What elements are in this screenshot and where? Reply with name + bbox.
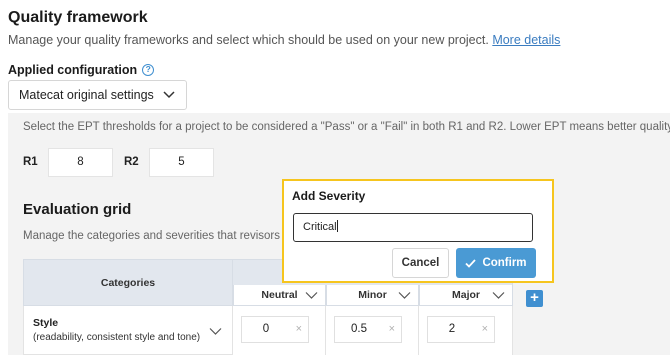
- severity-value-input[interactable]: 2 ×: [427, 316, 495, 343]
- configuration-select[interactable]: Matecat original settings: [8, 80, 187, 110]
- chevron-down-icon[interactable]: [398, 291, 411, 300]
- confirm-button[interactable]: Confirm: [456, 248, 536, 278]
- r2-label: R2: [124, 156, 139, 168]
- severity-value-input[interactable]: 0 ×: [241, 316, 309, 343]
- configuration-select-value: Matecat original settings: [19, 88, 154, 102]
- applied-configuration-label: Applied configuration ?: [8, 63, 155, 77]
- more-details-link[interactable]: More details: [492, 33, 560, 47]
- severity-header-major[interactable]: Major: [419, 285, 513, 306]
- page-subtitle: Manage your quality frameworks and selec…: [8, 33, 560, 47]
- clear-icon[interactable]: ×: [389, 317, 395, 342]
- severity-label: Minor: [358, 289, 387, 301]
- question-circle-icon[interactable]: ?: [142, 64, 155, 76]
- modal-title: Add Severity: [292, 189, 366, 203]
- severity-name-value: Critical: [303, 221, 337, 233]
- subtitle-text: Manage your quality frameworks and selec…: [8, 33, 489, 47]
- confirm-label: Confirm: [482, 257, 527, 269]
- add-severity-modal: Add Severity Critical Cancel Confirm: [282, 179, 554, 283]
- add-severity-button[interactable]: +: [526, 290, 543, 307]
- chevron-down-icon: [163, 91, 175, 99]
- table-cell: 0.5 ×: [326, 306, 419, 355]
- chevron-down-icon[interactable]: [305, 291, 318, 300]
- category-row-style[interactable]: Style (readability, consistent style and…: [23, 306, 233, 355]
- severity-header-neutral[interactable]: Neutral: [233, 285, 326, 306]
- severity-value-input[interactable]: 0.5 ×: [334, 316, 402, 343]
- table-cell: 2 ×: [419, 306, 513, 355]
- chevron-down-icon[interactable]: [209, 327, 222, 336]
- chevron-down-icon[interactable]: [492, 291, 505, 300]
- severity-name-input[interactable]: Critical: [293, 213, 533, 242]
- check-icon: [465, 258, 477, 268]
- severity-label: Major: [451, 289, 480, 301]
- r2-input[interactable]: 5: [149, 148, 214, 177]
- clear-icon[interactable]: ×: [296, 317, 302, 342]
- evaluation-grid-title: Evaluation grid: [23, 201, 132, 218]
- category-description: (readability, consistent style and tone): [33, 332, 201, 343]
- severity-label: Neutral: [261, 289, 298, 301]
- categories-header: Categories: [23, 259, 233, 306]
- severity-value: 2: [448, 323, 456, 335]
- page-title: Quality framework: [8, 9, 148, 26]
- applied-configuration-text: Applied configuration: [8, 63, 138, 77]
- r1-label: R1: [23, 156, 38, 168]
- severity-value: 0.5: [351, 323, 367, 335]
- clear-icon[interactable]: ×: [482, 317, 488, 342]
- severity-value: 0: [262, 323, 270, 335]
- ept-description: Select the EPT thresholds for a project …: [23, 121, 670, 133]
- table-cell: 0 ×: [233, 306, 326, 355]
- severity-header-minor[interactable]: Minor: [326, 285, 419, 306]
- cancel-button[interactable]: Cancel: [392, 248, 449, 278]
- evaluation-grid-subtitle: Manage the categories and severities tha…: [23, 230, 281, 242]
- text-cursor: [336, 220, 338, 232]
- r1-input[interactable]: 8: [48, 148, 113, 177]
- category-name: Style: [33, 317, 59, 329]
